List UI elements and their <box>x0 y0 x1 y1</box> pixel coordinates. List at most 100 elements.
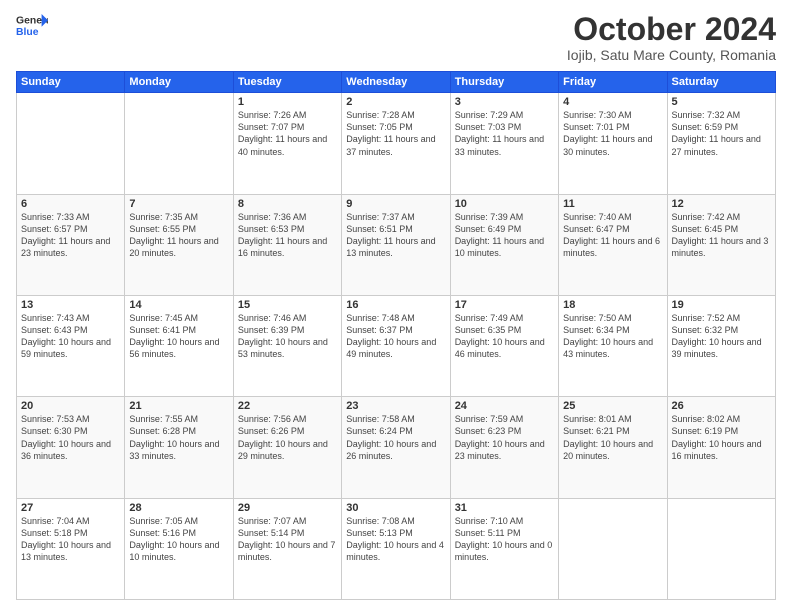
calendar-cell: 26Sunrise: 8:02 AM Sunset: 6:19 PM Dayli… <box>667 397 775 498</box>
calendar-week-5: 27Sunrise: 7:04 AM Sunset: 5:18 PM Dayli… <box>17 498 776 599</box>
day-number: 23 <box>346 400 445 412</box>
day-info: Sunrise: 7:28 AM Sunset: 7:05 PM Dayligh… <box>346 109 445 158</box>
day-info: Sunrise: 7:49 AM Sunset: 6:35 PM Dayligh… <box>455 312 554 361</box>
day-number: 19 <box>672 299 771 311</box>
day-info: Sunrise: 7:59 AM Sunset: 6:23 PM Dayligh… <box>455 413 554 462</box>
calendar-week-1: 1Sunrise: 7:26 AM Sunset: 7:07 PM Daylig… <box>17 93 776 194</box>
calendar-cell: 18Sunrise: 7:50 AM Sunset: 6:34 PM Dayli… <box>559 295 667 396</box>
calendar-cell: 12Sunrise: 7:42 AM Sunset: 6:45 PM Dayli… <box>667 194 775 295</box>
day-number: 25 <box>563 400 662 412</box>
logo-icon: General Blue <box>16 12 48 40</box>
calendar-cell: 10Sunrise: 7:39 AM Sunset: 6:49 PM Dayli… <box>450 194 558 295</box>
day-number: 24 <box>455 400 554 412</box>
calendar-cell: 5Sunrise: 7:32 AM Sunset: 6:59 PM Daylig… <box>667 93 775 194</box>
day-number: 28 <box>129 502 228 514</box>
calendar-cell: 13Sunrise: 7:43 AM Sunset: 6:43 PM Dayli… <box>17 295 125 396</box>
day-info: Sunrise: 7:56 AM Sunset: 6:26 PM Dayligh… <box>238 413 337 462</box>
page: General Blue October 2024 Iojib, Satu Ma… <box>0 0 792 612</box>
weekday-header-tuesday: Tuesday <box>233 72 341 93</box>
day-number: 22 <box>238 400 337 412</box>
calendar-table: SundayMondayTuesdayWednesdayThursdayFrid… <box>16 71 776 600</box>
day-number: 30 <box>346 502 445 514</box>
calendar-cell: 21Sunrise: 7:55 AM Sunset: 6:28 PM Dayli… <box>125 397 233 498</box>
title-block: October 2024 Iojib, Satu Mare County, Ro… <box>567 12 776 63</box>
calendar-cell: 23Sunrise: 7:58 AM Sunset: 6:24 PM Dayli… <box>342 397 450 498</box>
day-number: 27 <box>21 502 120 514</box>
calendar-cell: 17Sunrise: 7:49 AM Sunset: 6:35 PM Dayli… <box>450 295 558 396</box>
calendar-cell: 11Sunrise: 7:40 AM Sunset: 6:47 PM Dayli… <box>559 194 667 295</box>
calendar-cell: 22Sunrise: 7:56 AM Sunset: 6:26 PM Dayli… <box>233 397 341 498</box>
calendar-cell: 29Sunrise: 7:07 AM Sunset: 5:14 PM Dayli… <box>233 498 341 599</box>
day-info: Sunrise: 7:46 AM Sunset: 6:39 PM Dayligh… <box>238 312 337 361</box>
day-number: 7 <box>129 198 228 210</box>
day-info: Sunrise: 7:40 AM Sunset: 6:47 PM Dayligh… <box>563 211 662 260</box>
day-info: Sunrise: 7:58 AM Sunset: 6:24 PM Dayligh… <box>346 413 445 462</box>
logo: General Blue <box>16 12 48 40</box>
day-number: 29 <box>238 502 337 514</box>
day-number: 15 <box>238 299 337 311</box>
weekday-header-row: SundayMondayTuesdayWednesdayThursdayFrid… <box>17 72 776 93</box>
day-info: Sunrise: 7:39 AM Sunset: 6:49 PM Dayligh… <box>455 211 554 260</box>
day-number: 16 <box>346 299 445 311</box>
calendar-cell: 30Sunrise: 7:08 AM Sunset: 5:13 PM Dayli… <box>342 498 450 599</box>
calendar-cell: 14Sunrise: 7:45 AM Sunset: 6:41 PM Dayli… <box>125 295 233 396</box>
main-title: October 2024 <box>567 12 776 47</box>
header: General Blue October 2024 Iojib, Satu Ma… <box>16 12 776 63</box>
day-info: Sunrise: 7:48 AM Sunset: 6:37 PM Dayligh… <box>346 312 445 361</box>
day-info: Sunrise: 7:37 AM Sunset: 6:51 PM Dayligh… <box>346 211 445 260</box>
calendar-cell: 28Sunrise: 7:05 AM Sunset: 5:16 PM Dayli… <box>125 498 233 599</box>
day-info: Sunrise: 7:05 AM Sunset: 5:16 PM Dayligh… <box>129 515 228 564</box>
weekday-header-friday: Friday <box>559 72 667 93</box>
calendar-cell <box>17 93 125 194</box>
day-info: Sunrise: 7:33 AM Sunset: 6:57 PM Dayligh… <box>21 211 120 260</box>
day-info: Sunrise: 7:55 AM Sunset: 6:28 PM Dayligh… <box>129 413 228 462</box>
calendar-cell: 8Sunrise: 7:36 AM Sunset: 6:53 PM Daylig… <box>233 194 341 295</box>
calendar-week-4: 20Sunrise: 7:53 AM Sunset: 6:30 PM Dayli… <box>17 397 776 498</box>
day-info: Sunrise: 8:02 AM Sunset: 6:19 PM Dayligh… <box>672 413 771 462</box>
day-info: Sunrise: 7:10 AM Sunset: 5:11 PM Dayligh… <box>455 515 554 564</box>
calendar-cell: 20Sunrise: 7:53 AM Sunset: 6:30 PM Dayli… <box>17 397 125 498</box>
day-info: Sunrise: 7:07 AM Sunset: 5:14 PM Dayligh… <box>238 515 337 564</box>
day-info: Sunrise: 7:53 AM Sunset: 6:30 PM Dayligh… <box>21 413 120 462</box>
calendar-cell: 24Sunrise: 7:59 AM Sunset: 6:23 PM Dayli… <box>450 397 558 498</box>
calendar-cell: 6Sunrise: 7:33 AM Sunset: 6:57 PM Daylig… <box>17 194 125 295</box>
day-number: 14 <box>129 299 228 311</box>
weekday-header-sunday: Sunday <box>17 72 125 93</box>
day-info: Sunrise: 7:26 AM Sunset: 7:07 PM Dayligh… <box>238 109 337 158</box>
day-number: 10 <box>455 198 554 210</box>
calendar-cell: 25Sunrise: 8:01 AM Sunset: 6:21 PM Dayli… <box>559 397 667 498</box>
day-info: Sunrise: 7:04 AM Sunset: 5:18 PM Dayligh… <box>21 515 120 564</box>
calendar-cell: 2Sunrise: 7:28 AM Sunset: 7:05 PM Daylig… <box>342 93 450 194</box>
day-number: 9 <box>346 198 445 210</box>
day-number: 26 <box>672 400 771 412</box>
day-number: 17 <box>455 299 554 311</box>
day-number: 6 <box>21 198 120 210</box>
weekday-header-monday: Monday <box>125 72 233 93</box>
calendar-cell: 3Sunrise: 7:29 AM Sunset: 7:03 PM Daylig… <box>450 93 558 194</box>
day-info: Sunrise: 7:43 AM Sunset: 6:43 PM Dayligh… <box>21 312 120 361</box>
calendar-cell: 9Sunrise: 7:37 AM Sunset: 6:51 PM Daylig… <box>342 194 450 295</box>
calendar-cell: 4Sunrise: 7:30 AM Sunset: 7:01 PM Daylig… <box>559 93 667 194</box>
day-number: 4 <box>563 96 662 108</box>
day-info: Sunrise: 7:42 AM Sunset: 6:45 PM Dayligh… <box>672 211 771 260</box>
calendar-week-2: 6Sunrise: 7:33 AM Sunset: 6:57 PM Daylig… <box>17 194 776 295</box>
day-info: Sunrise: 7:52 AM Sunset: 6:32 PM Dayligh… <box>672 312 771 361</box>
day-number: 31 <box>455 502 554 514</box>
calendar-cell: 15Sunrise: 7:46 AM Sunset: 6:39 PM Dayli… <box>233 295 341 396</box>
day-number: 5 <box>672 96 771 108</box>
calendar-cell <box>125 93 233 194</box>
calendar-cell: 27Sunrise: 7:04 AM Sunset: 5:18 PM Dayli… <box>17 498 125 599</box>
day-number: 2 <box>346 96 445 108</box>
calendar-cell: 19Sunrise: 7:52 AM Sunset: 6:32 PM Dayli… <box>667 295 775 396</box>
calendar-cell: 1Sunrise: 7:26 AM Sunset: 7:07 PM Daylig… <box>233 93 341 194</box>
day-info: Sunrise: 7:36 AM Sunset: 6:53 PM Dayligh… <box>238 211 337 260</box>
calendar-cell <box>667 498 775 599</box>
day-info: Sunrise: 7:30 AM Sunset: 7:01 PM Dayligh… <box>563 109 662 158</box>
weekday-header-wednesday: Wednesday <box>342 72 450 93</box>
day-info: Sunrise: 7:35 AM Sunset: 6:55 PM Dayligh… <box>129 211 228 260</box>
weekday-header-thursday: Thursday <box>450 72 558 93</box>
calendar-cell: 16Sunrise: 7:48 AM Sunset: 6:37 PM Dayli… <box>342 295 450 396</box>
calendar-cell <box>559 498 667 599</box>
day-info: Sunrise: 7:50 AM Sunset: 6:34 PM Dayligh… <box>563 312 662 361</box>
day-info: Sunrise: 8:01 AM Sunset: 6:21 PM Dayligh… <box>563 413 662 462</box>
